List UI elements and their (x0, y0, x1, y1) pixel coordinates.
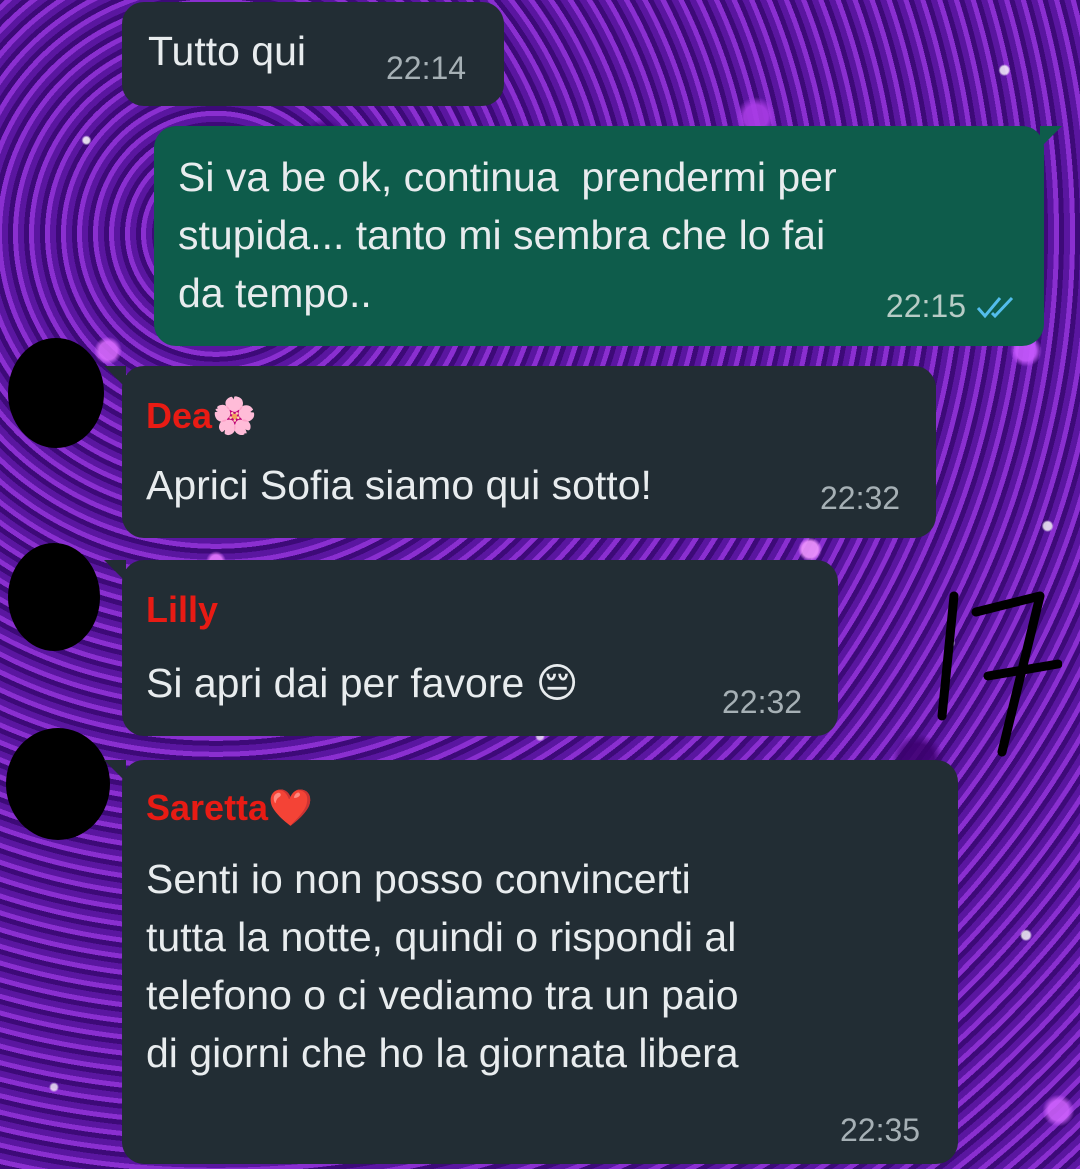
bubble-tail (104, 366, 126, 388)
sender-name[interactable]: Dea 🌸 (146, 394, 257, 438)
message-text: Si apri dai per favore 😔 (146, 660, 579, 706)
message-time: 22:35 (840, 1112, 921, 1148)
bubble-tail (104, 760, 126, 782)
sender-name-text: Dea (146, 395, 213, 436)
message-time-row: 22:15 (886, 288, 1018, 325)
message-time: 22:15 (885, 288, 966, 324)
message-bubble-outgoing[interactable]: Si va be ok, continua prendermi per stup… (154, 126, 1062, 346)
bubble-tail (104, 560, 126, 582)
message-time: 22:32 (820, 480, 901, 516)
sender-name-text: Lilly (146, 589, 219, 630)
avatar[interactable] (8, 543, 100, 651)
sender-name[interactable]: Saretta ❤️ (146, 786, 313, 830)
sender-name-text: Saretta (146, 787, 269, 828)
message-text: Tutto qui (148, 28, 307, 74)
avatar[interactable] (8, 338, 104, 448)
message-time: 22:32 (722, 684, 803, 720)
message-text: Si va be ok, continua prendermi per stup… (178, 154, 837, 316)
message-bubble-incoming[interactable]: Lilly Si apri dai per favore 😔 22:32 (104, 560, 838, 736)
avatar[interactable] (6, 728, 110, 840)
message-bubble-incoming[interactable]: Dea 🌸 Aprici Sofia siamo qui sotto! 22:3… (104, 366, 936, 538)
bubble-tail (1040, 126, 1062, 148)
message-bubble-incoming[interactable]: Saretta ❤️ Senti io non posso convincert… (104, 760, 958, 1164)
handwritten-number-annotation (937, 591, 1062, 757)
heart-emoji-icon: ❤️ (268, 787, 313, 828)
message-bubble-incoming[interactable]: Tutto qui 22:14 (122, 2, 504, 106)
double-check-read-icon (976, 296, 1014, 318)
flower-emoji-icon: 🌸 (212, 395, 257, 436)
sender-name[interactable]: Lilly (146, 588, 218, 632)
message-text: Senti io non posso convincerti tutta la … (146, 856, 739, 1076)
message-time: 22:14 (386, 50, 467, 86)
message-text: Aprici Sofia siamo qui sotto! (146, 462, 652, 508)
